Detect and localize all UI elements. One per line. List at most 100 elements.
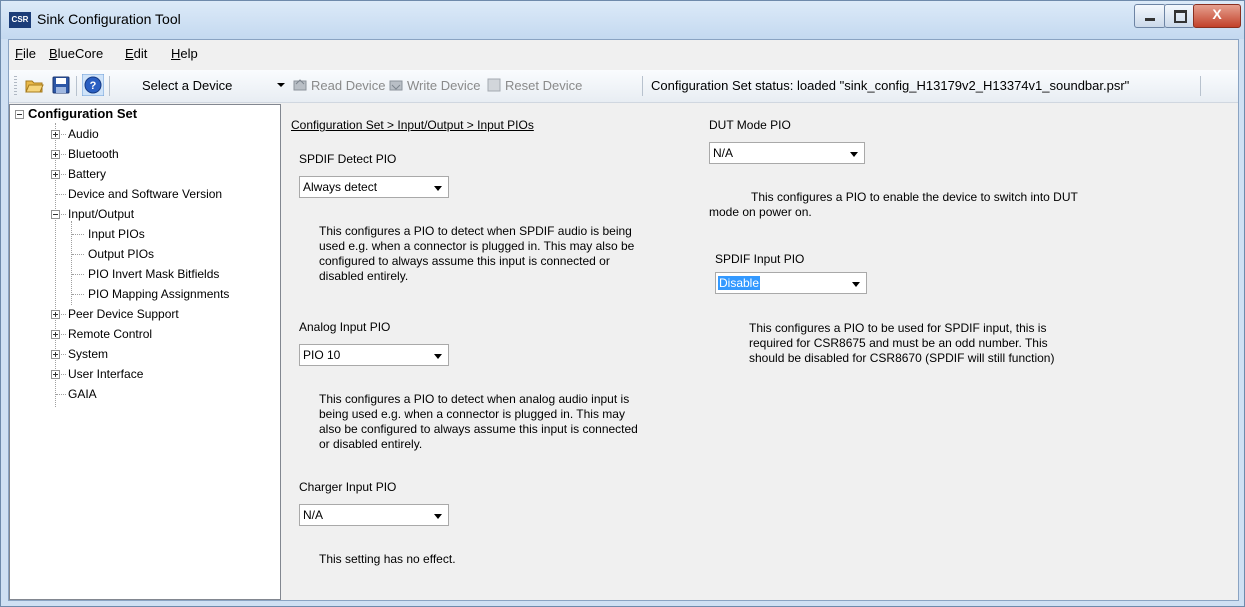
tree-item-pio-mapping-assignments[interactable]: PIO Mapping Assignments — [10, 285, 280, 303]
breadcrumb[interactable]: Configuration Set > Input/Output > Input… — [291, 118, 534, 132]
tree-item-remote-control[interactable]: Remote Control — [10, 325, 280, 343]
tree-item-peer-device-support[interactable]: Peer Device Support — [10, 305, 280, 323]
tree-item-label: Battery — [68, 167, 107, 181]
chevron-down-icon — [434, 186, 442, 191]
toolbar-separator — [642, 76, 643, 96]
spdif-detect-select[interactable]: Always detect — [299, 176, 449, 198]
app-icon: CSR — [9, 12, 31, 28]
title-bar[interactable]: CSR Sink Configuration Tool X — [1, 1, 1244, 39]
configuration-status: Configuration Set status: loaded "sink_c… — [651, 78, 1130, 93]
charger-input-description: This setting has no effect. — [319, 552, 456, 566]
toolbar-separator — [109, 76, 110, 96]
tree-item-user-interface[interactable]: User Interface — [10, 365, 280, 383]
charger-input-label: Charger Input PIO — [299, 480, 397, 494]
maximize-icon — [1174, 10, 1187, 23]
tree-item-gaia[interactable]: GAIA — [10, 385, 280, 403]
toolbar-separator — [76, 76, 77, 96]
tree-item-label: Bluetooth — [68, 147, 119, 161]
read-device-icon — [293, 79, 307, 91]
tree-item-pio-invert-mask-bitfields[interactable]: PIO Invert Mask Bitfields — [10, 265, 280, 283]
dut-mode-select[interactable]: N/A — [709, 142, 865, 164]
menu-file[interactable]: File — [15, 46, 36, 61]
close-button[interactable]: X — [1193, 4, 1241, 28]
menu-help[interactable]: Help — [171, 46, 198, 61]
tree-item-input-output[interactable]: Input/Output — [10, 205, 280, 223]
tree-item-label: User Interface — [68, 367, 144, 381]
minimize-icon — [1145, 18, 1155, 21]
dut-mode-description: This configures a PIO to enable the devi… — [709, 190, 1078, 219]
collapse-icon[interactable] — [51, 210, 60, 219]
tree-line — [72, 254, 84, 255]
tree-item-label: Remote Control — [68, 327, 153, 341]
spdif-input-label: SPDIF Input PIO — [715, 252, 805, 266]
window-title: Sink Configuration Tool — [37, 11, 181, 27]
tree-item-audio[interactable]: Audio — [10, 125, 280, 143]
menu-bar: File BlueCore Edit Help — [9, 40, 1238, 68]
chevron-down-icon — [434, 354, 442, 359]
charger-input-select[interactable]: N/A — [299, 504, 449, 526]
tree-item-input-pios[interactable]: Input PIOs — [10, 225, 280, 243]
configuration-tree[interactable]: Configuration Set Audio Bluetooth Battery D… — [9, 104, 281, 600]
tree-item-bluetooth[interactable]: Bluetooth — [10, 145, 280, 163]
tree-line — [72, 234, 84, 235]
tree-item-label: Output PIOs — [88, 247, 155, 261]
tree-item-label: Peer Device Support — [68, 307, 179, 321]
chevron-down-icon[interactable] — [277, 83, 285, 87]
reset-device-icon — [487, 78, 501, 92]
expand-icon[interactable] — [51, 310, 60, 319]
app-window: CSR Sink Configuration Tool X File BlueC… — [0, 0, 1245, 607]
tree-item-label: PIO Invert Mask Bitfields — [88, 267, 220, 281]
tree-item-label: Audio — [68, 127, 99, 141]
spdif-detect-label: SPDIF Detect PIO — [299, 152, 397, 166]
collapse-icon[interactable] — [15, 110, 24, 119]
analog-input-select[interactable]: PIO 10 — [299, 344, 449, 366]
open-folder-icon[interactable] — [24, 75, 44, 95]
chevron-down-icon — [850, 152, 858, 157]
spdif-input-select[interactable]: Disable — [715, 272, 867, 294]
maximize-button[interactable] — [1164, 4, 1195, 28]
tree-item-label: PIO Mapping Assignments — [88, 287, 230, 301]
expand-icon[interactable] — [51, 170, 60, 179]
minimize-button[interactable] — [1134, 4, 1166, 28]
close-icon: X — [1212, 6, 1222, 22]
svg-text:?: ? — [90, 80, 97, 92]
tree-item-battery[interactable]: Battery — [10, 165, 280, 183]
reset-device-button[interactable]: Reset Device — [487, 75, 582, 97]
tree-item-system[interactable]: System — [10, 345, 280, 363]
dut-mode-label: DUT Mode PIO — [709, 118, 791, 132]
tree-line — [72, 274, 84, 275]
chevron-down-icon — [852, 282, 860, 287]
expand-icon[interactable] — [51, 130, 60, 139]
menu-bluecore[interactable]: BlueCore — [49, 46, 103, 61]
expand-icon[interactable] — [51, 370, 60, 379]
write-device-button[interactable]: Write Device — [389, 75, 480, 97]
read-device-button[interactable]: Read Device — [293, 75, 385, 97]
tree-item-device-and-software-version[interactable]: Device and Software Version — [10, 185, 280, 203]
tree-item-output-pios[interactable]: Output PIOs — [10, 245, 280, 263]
spdif-detect-description: This configures a PIO to detect when SPD… — [319, 224, 635, 283]
expand-icon[interactable] — [51, 150, 60, 159]
toolbar: ? Select a Device Read Device Write Devi… — [9, 70, 1238, 103]
toolbar-separator — [1200, 76, 1201, 96]
expand-icon[interactable] — [51, 350, 60, 359]
tree-item-label: GAIA — [68, 387, 97, 401]
analog-input-description: This configures a PIO to detect when ana… — [319, 392, 638, 451]
spdif-input-description: This configures a PIO to be used for SPD… — [749, 321, 1055, 365]
tree-item-label: Input PIOs — [88, 227, 145, 241]
client-area: File BlueCore Edit Help ? Select a Devic… — [8, 39, 1239, 601]
write-device-icon — [389, 80, 403, 91]
tree-line — [72, 294, 84, 295]
help-icon[interactable]: ? — [82, 74, 104, 96]
analog-input-label: Analog Input PIO — [299, 320, 391, 334]
settings-panel: Configuration Set > Input/Output > Input… — [285, 104, 1238, 600]
tree-item-label: Input/Output — [68, 207, 135, 221]
tree-line — [56, 394, 66, 395]
tree-item-label: System — [68, 347, 109, 361]
tree-line — [56, 194, 66, 195]
device-select[interactable]: Select a Device — [136, 75, 276, 97]
expand-icon[interactable] — [51, 330, 60, 339]
menu-edit[interactable]: Edit — [125, 46, 147, 61]
toolbar-grip[interactable] — [14, 76, 17, 96]
tree-item-label: Device and Software Version — [68, 187, 223, 201]
save-icon[interactable] — [51, 75, 71, 95]
